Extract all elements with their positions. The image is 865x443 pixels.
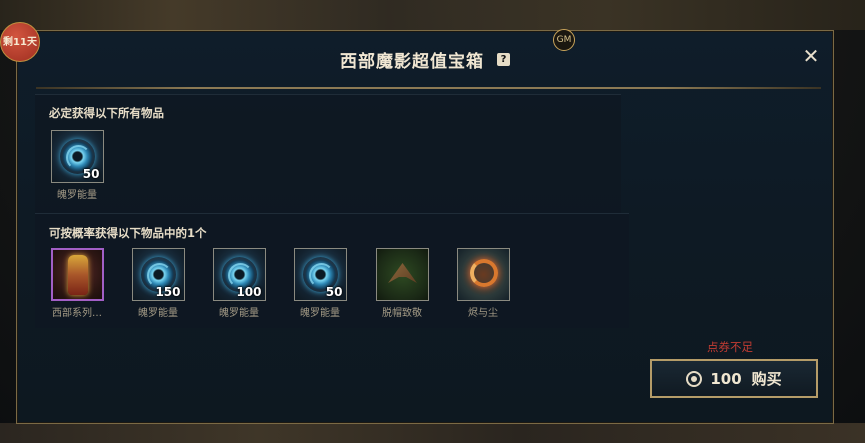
item-frame: 100: [212, 248, 266, 301]
chance-item-3[interactable]: 50 魄罗能量: [292, 248, 348, 319]
ember-icon: [469, 259, 498, 287]
item-label: 烬与尘: [468, 308, 498, 319]
item-label: 西部系列…: [52, 308, 102, 319]
chest-dialog: 西部魔影超值宝箱 ? ✕ 必定获得以下所有物品 50 魄罗能量 可按概率获得以下…: [16, 30, 834, 424]
chance-section: 可按概率获得以下物品中的1个 西部系列… 150 魄罗能量 100 魄罗能量 5…: [35, 213, 629, 328]
chance-label: 可按概率获得以下物品中的1个: [49, 226, 207, 240]
hat-emote-icon: [388, 263, 417, 283]
item-frame: 50: [293, 248, 347, 301]
gm-badge: GM: [553, 29, 575, 51]
lantern-icon: [67, 255, 88, 295]
help-icon[interactable]: ?: [497, 53, 511, 66]
chance-item-1[interactable]: 150 魄罗能量: [130, 248, 186, 319]
chance-item-0[interactable]: 西部系列…: [49, 248, 105, 319]
item-count: 100: [236, 285, 262, 299]
background-bottom: [0, 423, 865, 443]
item-count: 50: [325, 285, 343, 299]
item-frame: 50: [50, 130, 104, 183]
dialog-header: 西部魔影超值宝箱 ?: [17, 47, 833, 72]
background-top: [0, 0, 865, 30]
chance-item-2[interactable]: 100 魄罗能量: [211, 248, 267, 319]
buy-button[interactable]: 100 购买: [650, 359, 818, 398]
coupon-icon: [686, 370, 703, 387]
buy-label: 购买: [751, 370, 782, 388]
close-icon[interactable]: ✕: [801, 46, 821, 66]
chance-item-5[interactable]: 烬与尘: [455, 248, 511, 319]
item-count: 50: [82, 167, 100, 181]
item-label: 魄罗能量: [57, 190, 97, 201]
item-frame: [456, 248, 510, 301]
item-label: 脱帽致敬: [382, 308, 422, 319]
title-divider: [36, 87, 821, 89]
buy-price: 100: [710, 370, 742, 388]
timer-badge: 剩11天: [0, 22, 40, 62]
item-count: 150: [155, 285, 181, 299]
guaranteed-label: 必定获得以下所有物品: [49, 106, 164, 120]
chance-item-4[interactable]: 脱帽致敬: [374, 248, 430, 319]
dialog-title: 西部魔影超值宝箱: [339, 52, 484, 72]
item-frame: 150: [131, 248, 185, 301]
buy-button-content: 100 购买: [652, 361, 816, 396]
item-label: 魄罗能量: [300, 308, 340, 319]
insufficient-funds-warning: 点券不足: [707, 340, 753, 354]
guaranteed-section: 必定获得以下所有物品 50 魄罗能量: [35, 94, 621, 213]
guaranteed-item[interactable]: 50 魄罗能量: [49, 130, 105, 201]
item-frame: [50, 248, 104, 301]
item-frame: [375, 248, 429, 301]
item-label: 魄罗能量: [219, 308, 259, 319]
item-label: 魄罗能量: [138, 308, 178, 319]
